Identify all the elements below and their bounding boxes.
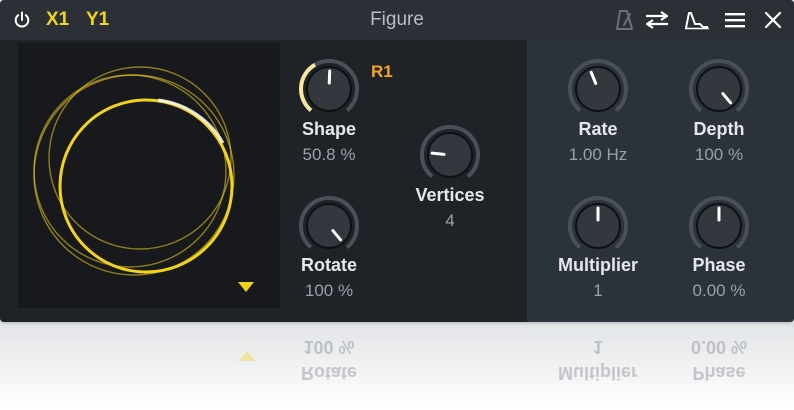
y-source-toggle[interactable]: Y1 [86, 0, 109, 40]
vertices-knob-body [427, 132, 473, 178]
phase-value: 0.00 % [692, 281, 746, 300]
window-reflection: 100 % Rotate 1 Multiplier 0.00 % Phase [0, 322, 794, 410]
vertices-label: Vertices [415, 185, 485, 205]
rotate-knob[interactable] [297, 194, 361, 258]
depth-knob-body [696, 66, 742, 112]
metronome-icon [616, 10, 633, 30]
multiplier-value: 1 [593, 281, 603, 300]
reflected-multiplier-value: 1 [592, 337, 603, 357]
rate-knob[interactable] [566, 57, 630, 121]
phase-knob[interactable] [687, 194, 751, 258]
vertices-knob-indicator [430, 151, 446, 156]
close-button[interactable] [760, 0, 786, 40]
shape-label: Shape [301, 119, 357, 139]
envelope-icon [685, 12, 709, 30]
depth-label: Depth [693, 119, 745, 139]
swap-arrows-icon [645, 11, 669, 29]
x-source-toggle[interactable]: X1 [46, 0, 69, 40]
figure-shape-visualization [33, 66, 235, 276]
multiplier-knob[interactable] [566, 194, 630, 258]
rate-knob-body [575, 66, 621, 112]
title-bar: X1 Y1 Figure [0, 0, 794, 41]
menu-icon [725, 13, 745, 28]
reflected-triangle-icon [239, 351, 255, 361]
reflected-phase-value: 0.00 % [690, 337, 748, 357]
vertices-value: 4 [445, 211, 455, 230]
reflected-rotate-label: Rotate [300, 363, 357, 383]
depth-knob[interactable] [687, 57, 751, 121]
figure-display[interactable] [18, 43, 280, 308]
rotate-label: Rotate [300, 255, 357, 275]
power-icon [14, 11, 30, 28]
multiplier-label: Multiplier [558, 255, 638, 275]
dropdown-triangle-icon[interactable] [238, 281, 254, 293]
shape-value: 50.8 % [302, 145, 356, 164]
swap-xy-button[interactable] [642, 0, 672, 40]
rate-value: 1.00 Hz [568, 145, 628, 164]
sync-button[interactable] [612, 0, 638, 40]
depth-value: 100 % [694, 145, 744, 164]
envelope-view-button[interactable] [682, 0, 712, 40]
menu-button[interactable] [722, 0, 748, 40]
reflected-phase-label: Phase [692, 363, 746, 383]
close-icon [764, 11, 782, 29]
figure-plugin-window: X1 Y1 Figure R1 Shape 50.8 % Rotate 100 … [0, 0, 794, 322]
rotate-knob-body [306, 203, 352, 249]
rotate-value: 100 % [304, 281, 354, 300]
lfo-rate-badge: R1 [371, 62, 393, 81]
rate-label: Rate [578, 119, 618, 139]
reflected-multiplier-label: Multiplier [558, 363, 638, 383]
plugin-title: Figure [370, 9, 424, 30]
vertices-knob[interactable] [418, 123, 482, 187]
power-button[interactable] [10, 0, 34, 40]
phase-label: Phase [692, 255, 746, 275]
shape-knob[interactable] [297, 57, 361, 121]
reflected-rotate-value: 100 % [303, 337, 355, 357]
